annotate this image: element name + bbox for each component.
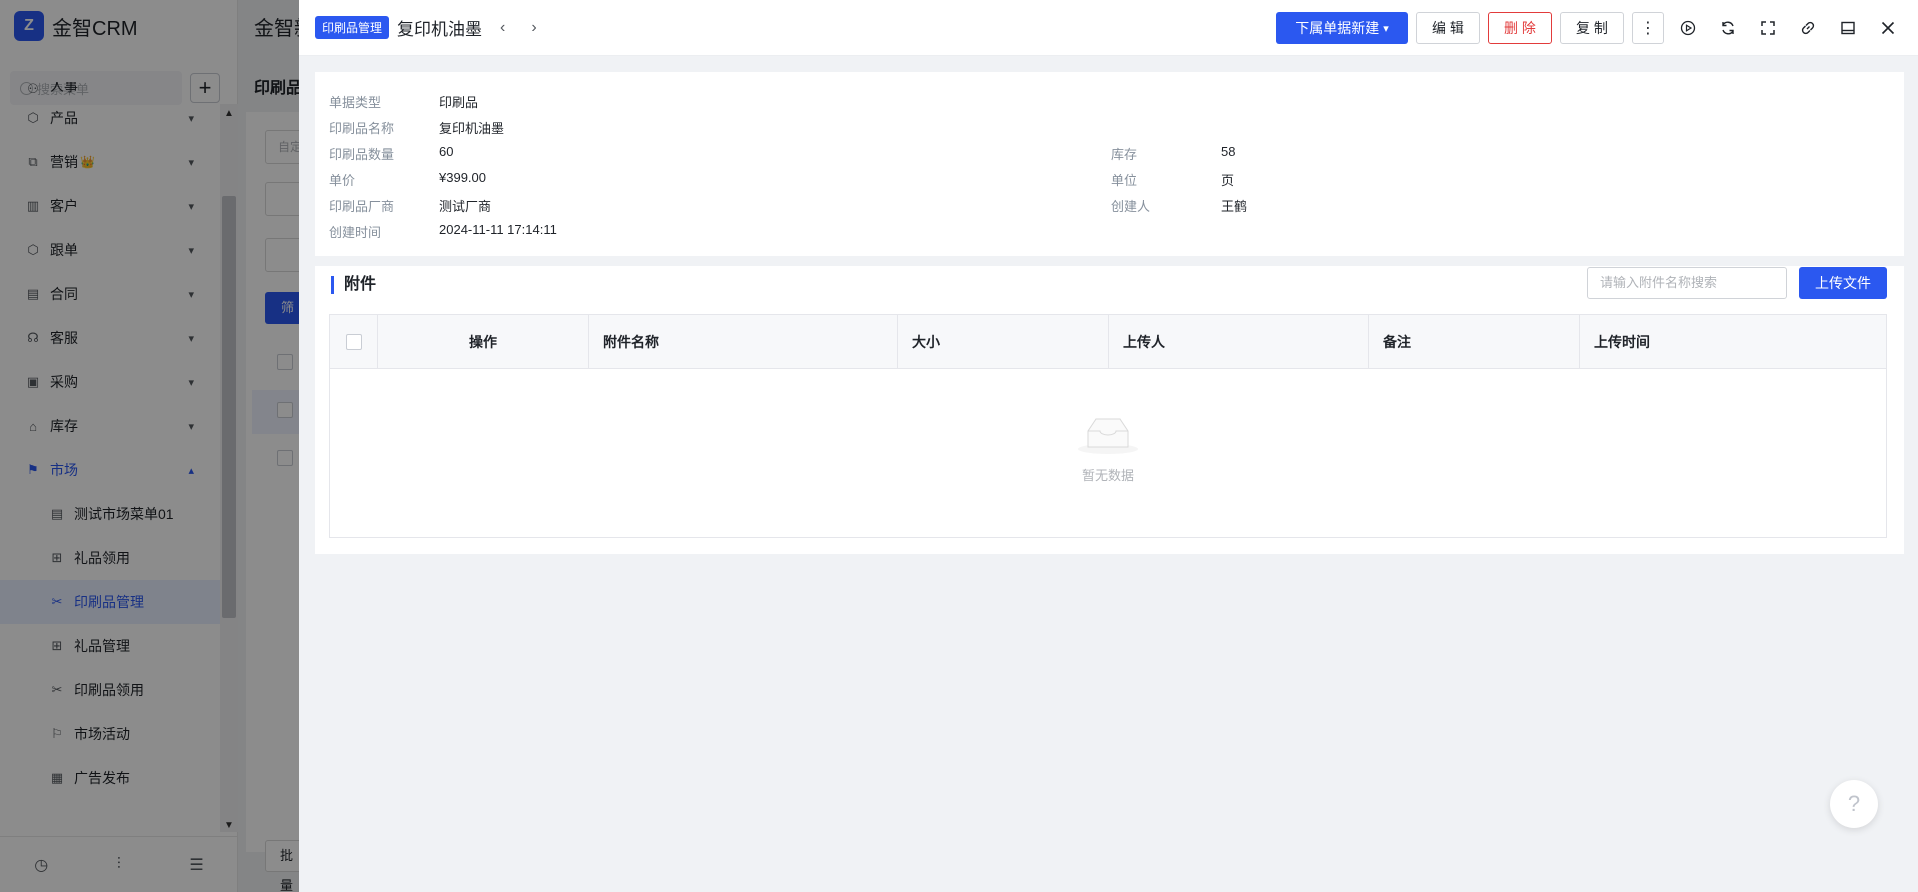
attachments-card: 附件 请输入附件名称搜索 上传文件 操作 附件名称 大小 上传人 备注 上传时间 — [315, 266, 1904, 554]
field-created-time: 创建时间 2024-11-11 17:14:11 — [329, 222, 557, 240]
prev-record-icon[interactable]: ‹ — [500, 19, 505, 37]
field-print-name: 印刷品名称 复印机油墨 — [329, 121, 505, 136]
help-button[interactable]: ? — [1830, 780, 1878, 828]
fullscreen-icon[interactable] — [1752, 12, 1784, 44]
table-header: 操作 附件名称 大小 上传人 备注 上传时间 — [330, 315, 1886, 369]
new-sub-record-button[interactable]: 下属单据新建 ▾ — [1276, 12, 1408, 44]
column-header-uploader[interactable]: 上传人 — [1109, 315, 1369, 369]
attachments-title: 附件 — [331, 276, 376, 294]
link-icon[interactable] — [1792, 12, 1824, 44]
next-record-icon[interactable]: › — [531, 19, 536, 37]
dock-panel-icon[interactable] — [1832, 12, 1864, 44]
field-doc-type: 单据类型 印刷品 — [329, 95, 479, 110]
detail-drawer: 印刷品管理 复印机油墨 ‹ › 下属单据新建 ▾ 编 辑 删 除 复 制 ⋮ 单… — [299, 0, 1918, 892]
empty-state: 暂无数据 — [330, 415, 1886, 484]
close-icon[interactable] — [1872, 12, 1904, 44]
module-tag: 印刷品管理 — [315, 16, 390, 39]
field-creator: 创建人 王鹤 — [1111, 199, 1248, 214]
field-unit: 单位 页 — [1111, 173, 1235, 188]
column-header-name[interactable]: 附件名称 — [589, 315, 898, 369]
drawer-header: 印刷品管理 复印机油墨 ‹ › 下属单据新建 ▾ 编 辑 删 除 复 制 ⋮ — [299, 0, 1918, 56]
empty-inbox-icon — [1077, 415, 1139, 455]
attachment-search-input[interactable]: 请输入附件名称搜索 — [1587, 267, 1787, 299]
record-title: 复印机油墨 — [397, 20, 483, 39]
refresh-icon[interactable] — [1712, 12, 1744, 44]
column-header-size[interactable]: 大小 — [898, 315, 1109, 369]
app-root: Z 金智CRM 搜索菜单 + ⚇ 人事 ⬡ 产品 ▾ ⧉ 营销 👑 ▾ ▥ 客户… — [0, 0, 1918, 892]
record-info-card: 单据类型 印刷品 印刷品名称 复印机油墨 印刷品数量 60 库存 58 单价 ¥… — [315, 72, 1904, 256]
play-icon[interactable] — [1672, 12, 1704, 44]
attachments-table: 操作 附件名称 大小 上传人 备注 上传时间 暂无数据 — [329, 314, 1887, 538]
column-header-upload-time[interactable]: 上传时间 — [1580, 315, 1886, 369]
copy-button[interactable]: 复 制 — [1560, 12, 1624, 44]
edit-button[interactable]: 编 辑 — [1416, 12, 1480, 44]
delete-button[interactable]: 删 除 — [1488, 12, 1552, 44]
chevron-down-icon: ▾ — [1383, 22, 1389, 35]
select-all-cell — [330, 315, 378, 369]
modal-overlay[interactable] — [0, 0, 299, 892]
empty-state-text: 暂无数据 — [1081, 468, 1134, 483]
field-unit-price: 单价 ¥399.00 — [329, 170, 486, 188]
upload-file-button[interactable]: 上传文件 — [1799, 267, 1887, 299]
header-actions: 下属单据新建 ▾ 编 辑 删 除 复 制 ⋮ — [1268, 12, 1904, 44]
field-print-qty: 印刷品数量 60 — [329, 144, 454, 162]
more-options-button[interactable]: ⋮ — [1632, 12, 1664, 44]
field-stock: 库存 58 — [1111, 144, 1236, 162]
select-all-checkbox[interactable] — [345, 334, 362, 350]
column-header-action[interactable]: 操作 — [378, 315, 589, 369]
column-header-remark[interactable]: 备注 — [1369, 315, 1580, 369]
help-icon: ? — [1847, 791, 1861, 816]
field-vendor: 印刷品厂商 测试厂商 — [329, 199, 492, 214]
